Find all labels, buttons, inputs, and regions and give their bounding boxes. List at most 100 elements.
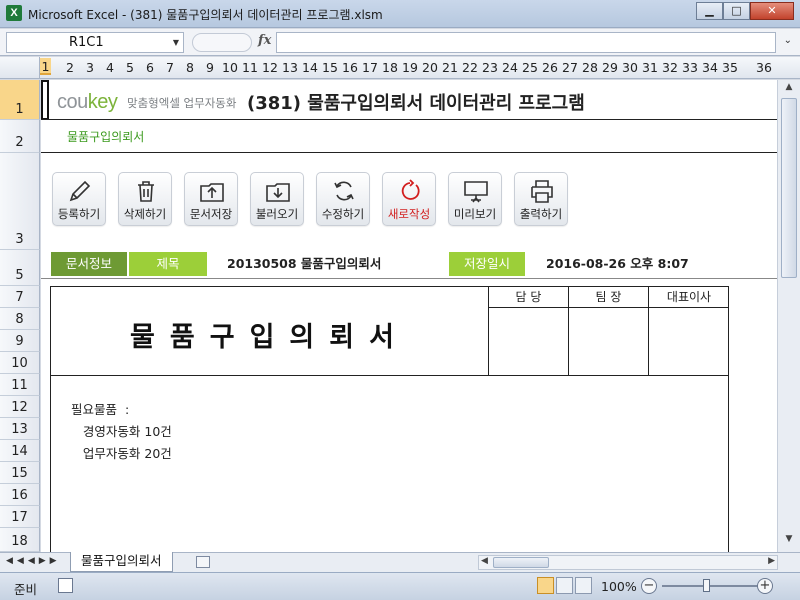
- column-header-22[interactable]: 22: [460, 60, 480, 75]
- column-header-18[interactable]: 18: [380, 60, 400, 75]
- column-header-28[interactable]: 28: [580, 60, 600, 75]
- row-header-2[interactable]: 2: [0, 120, 40, 153]
- row-header-15[interactable]: 15: [0, 462, 40, 484]
- horizontal-scrollbar[interactable]: ◀ ▶: [478, 555, 778, 570]
- column-header-30[interactable]: 30: [620, 60, 640, 75]
- sheet-tab-active[interactable]: 물품구입의뢰서: [70, 552, 173, 572]
- form-body-text[interactable]: 필요물품 : 경영자동화 10건 업무자동화 20건: [71, 399, 172, 465]
- subject-value[interactable]: 20130508 물품구입의뢰서: [227, 252, 381, 276]
- new-document-button[interactable]: 새로작성: [382, 172, 436, 226]
- register-button[interactable]: 등록하기: [52, 172, 106, 226]
- row-header-17[interactable]: 17: [0, 506, 40, 528]
- close-button[interactable]: ✕: [750, 2, 794, 20]
- select-all-corner[interactable]: [0, 57, 40, 79]
- zoom-level[interactable]: 100%: [601, 579, 637, 594]
- active-cell-r1c1[interactable]: [41, 80, 49, 120]
- scroll-up-icon[interactable]: ▲: [781, 82, 797, 98]
- scroll-down-icon[interactable]: ▼: [781, 534, 797, 550]
- row-number: 2: [15, 135, 24, 150]
- macro-record-icon[interactable]: [58, 578, 73, 593]
- row-header-13[interactable]: 13: [0, 418, 40, 440]
- row-header-7[interactable]: 7: [0, 286, 40, 308]
- maximize-button[interactable]: □: [723, 2, 750, 20]
- row-header-5[interactable]: 5: [0, 250, 40, 286]
- column-header-8[interactable]: 8: [180, 60, 200, 75]
- column-header-26[interactable]: 26: [540, 60, 560, 75]
- excel-app-icon[interactable]: X: [6, 5, 22, 21]
- row-header-18[interactable]: 18: [0, 528, 40, 552]
- zoom-slider-thumb[interactable]: [703, 579, 710, 592]
- column-header-15[interactable]: 15: [320, 60, 340, 75]
- column-header-25[interactable]: 25: [520, 60, 540, 75]
- row-header-16[interactable]: 16: [0, 484, 40, 506]
- horizontal-scroll-thumb[interactable]: [493, 557, 549, 568]
- page-layout-view-button[interactable]: [556, 577, 573, 594]
- column-header-32[interactable]: 32: [660, 60, 680, 75]
- column-header-3[interactable]: 3: [80, 60, 100, 75]
- zoom-slider-track[interactable]: [662, 585, 758, 587]
- column-header-9[interactable]: 9: [200, 60, 220, 75]
- doc-info-label: 문서정보: [51, 252, 127, 276]
- column-header-6[interactable]: 6: [140, 60, 160, 75]
- column-header-31[interactable]: 31: [640, 60, 660, 75]
- column-header-16[interactable]: 16: [340, 60, 360, 75]
- column-header-2[interactable]: 2: [60, 60, 80, 75]
- insert-sheet-icon[interactable]: [196, 556, 210, 568]
- scroll-right-icon[interactable]: ▶: [768, 556, 775, 566]
- row-header-12[interactable]: 12: [0, 396, 40, 418]
- name-box[interactable]: R1C1 ▼: [6, 32, 184, 53]
- column-header-1[interactable]: 1: [40, 58, 51, 75]
- column-header-7[interactable]: 7: [160, 60, 180, 75]
- column-header-36[interactable]: 36: [754, 60, 774, 75]
- row-number: 7: [15, 290, 24, 305]
- row-header-11[interactable]: 11: [0, 374, 40, 396]
- expand-formula-bar-icon[interactable]: ⌄: [784, 35, 792, 46]
- column-header-14[interactable]: 14: [300, 60, 320, 75]
- row-header-1[interactable]: 1: [0, 80, 40, 120]
- column-header-20[interactable]: 20: [420, 60, 440, 75]
- row-header-8[interactable]: 8: [0, 308, 40, 330]
- column-header-35[interactable]: 35: [720, 60, 740, 75]
- column-header-4[interactable]: 4: [100, 60, 120, 75]
- zoom-in-button[interactable]: +: [757, 578, 773, 594]
- column-header-19[interactable]: 19: [400, 60, 420, 75]
- row-header-10[interactable]: 10: [0, 352, 40, 374]
- column-header-34[interactable]: 34: [700, 60, 720, 75]
- row-header-14[interactable]: 14: [0, 440, 40, 462]
- saved-at-value[interactable]: 2016-08-26 오후 8:07: [546, 252, 689, 276]
- column-header-33[interactable]: 33: [680, 60, 700, 75]
- edit-button[interactable]: 수정하기: [316, 172, 370, 226]
- preview-button-label: 미리보기: [453, 207, 497, 221]
- formula-input[interactable]: [276, 32, 776, 53]
- column-header-13[interactable]: 13: [280, 60, 300, 75]
- column-header-21[interactable]: 21: [440, 60, 460, 75]
- column-header-10[interactable]: 10: [220, 60, 240, 75]
- minimize-button[interactable]: ▁: [696, 2, 723, 20]
- zoom-out-button[interactable]: −: [641, 578, 657, 594]
- row-header-9[interactable]: 9: [0, 330, 40, 352]
- save-document-button[interactable]: 문서저장: [184, 172, 238, 226]
- load-button[interactable]: 불러오기: [250, 172, 304, 226]
- column-header-24[interactable]: 24: [500, 60, 520, 75]
- scroll-left-icon[interactable]: ◀: [481, 556, 488, 566]
- vertical-scroll-thumb[interactable]: [781, 98, 797, 278]
- row-divider: [41, 152, 777, 153]
- print-button[interactable]: 출력하기: [514, 172, 568, 226]
- column-header-5[interactable]: 5: [120, 60, 140, 75]
- chevron-down-icon[interactable]: ▼: [173, 33, 179, 52]
- column-header-17[interactable]: 17: [360, 60, 380, 75]
- preview-button[interactable]: 미리보기: [448, 172, 502, 226]
- page-break-view-button[interactable]: [575, 577, 592, 594]
- row-header-3[interactable]: 3: [0, 153, 40, 250]
- vertical-scrollbar[interactable]: ▲ ▼: [777, 80, 800, 552]
- column-header-11[interactable]: 11: [240, 60, 260, 75]
- column-header-27[interactable]: 27: [560, 60, 580, 75]
- column-header-12[interactable]: 12: [260, 60, 280, 75]
- sheet-nav-arrows-icon[interactable]: ◀◀◀▶▶: [6, 556, 61, 566]
- delete-button[interactable]: 삭제하기: [118, 172, 172, 226]
- worksheet-grid[interactable]: coukey 맞춤형엑셀 업무자동화 (381) 물품구입의뢰서 데이터관리 프…: [41, 80, 777, 552]
- column-header-23[interactable]: 23: [480, 60, 500, 75]
- normal-view-button[interactable]: [537, 577, 554, 594]
- column-header-29[interactable]: 29: [600, 60, 620, 75]
- insert-function-icon[interactable]: fx: [258, 33, 271, 48]
